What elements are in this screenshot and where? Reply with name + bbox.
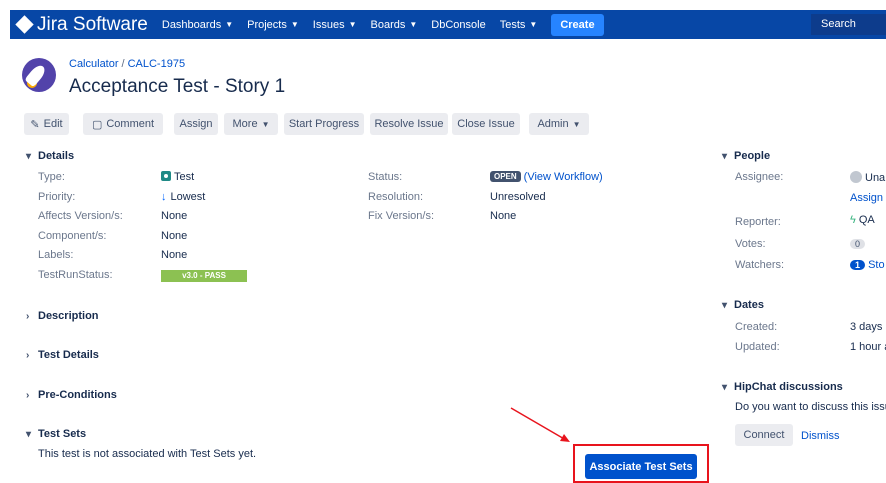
dates-heading-label: Dates [734,299,764,311]
assignee-value: Una [850,171,885,184]
votes-value[interactable]: 0 [850,238,866,250]
assignee-label: Assignee: [735,171,784,183]
updated-label: Updated: [735,341,780,353]
chevron-down-icon: ▾ [722,381,728,393]
watchers-label: Watchers: [735,259,785,271]
reporter-value-text: QA [858,214,875,226]
reporter-value: ϟ QA [850,214,875,226]
associate-test-sets-button[interactable]: Associate Test Sets [585,454,697,479]
assignee-value-text: Una [865,172,886,184]
dismiss-link[interactable]: Dismiss [801,430,840,442]
hipchat-prompt-text: Do you want to discuss this issu [735,401,886,413]
updated-value: 1 hour a [850,341,886,353]
hipchat-heading-label: HipChat discussions [734,381,843,393]
people-heading-label: People [734,150,771,162]
chevron-down-icon: ▾ [722,150,728,162]
votes-label: Votes: [735,238,766,250]
watchers-value[interactable]: 1 Sto [850,259,885,271]
watchers-count-badge: 1 [850,260,866,270]
people-heading[interactable]: ▾ People [722,150,770,162]
reporter-label: Reporter: [735,216,781,228]
watchers-text: Sto [868,259,885,271]
assign-to-me-link[interactable]: Assign t [850,192,886,204]
dates-heading[interactable]: ▾ Dates [722,299,764,311]
reporter-avatar-icon: ϟ [850,214,856,226]
created-value: 3 days a [850,321,886,333]
chevron-down-icon: ▾ [722,299,728,311]
user-avatar-icon [850,171,862,183]
created-label: Created: [735,321,778,333]
connect-button[interactable]: Connect [735,424,793,446]
hipchat-heading[interactable]: ▾ HipChat discussions [722,381,843,393]
votes-count-badge: 0 [850,239,866,249]
